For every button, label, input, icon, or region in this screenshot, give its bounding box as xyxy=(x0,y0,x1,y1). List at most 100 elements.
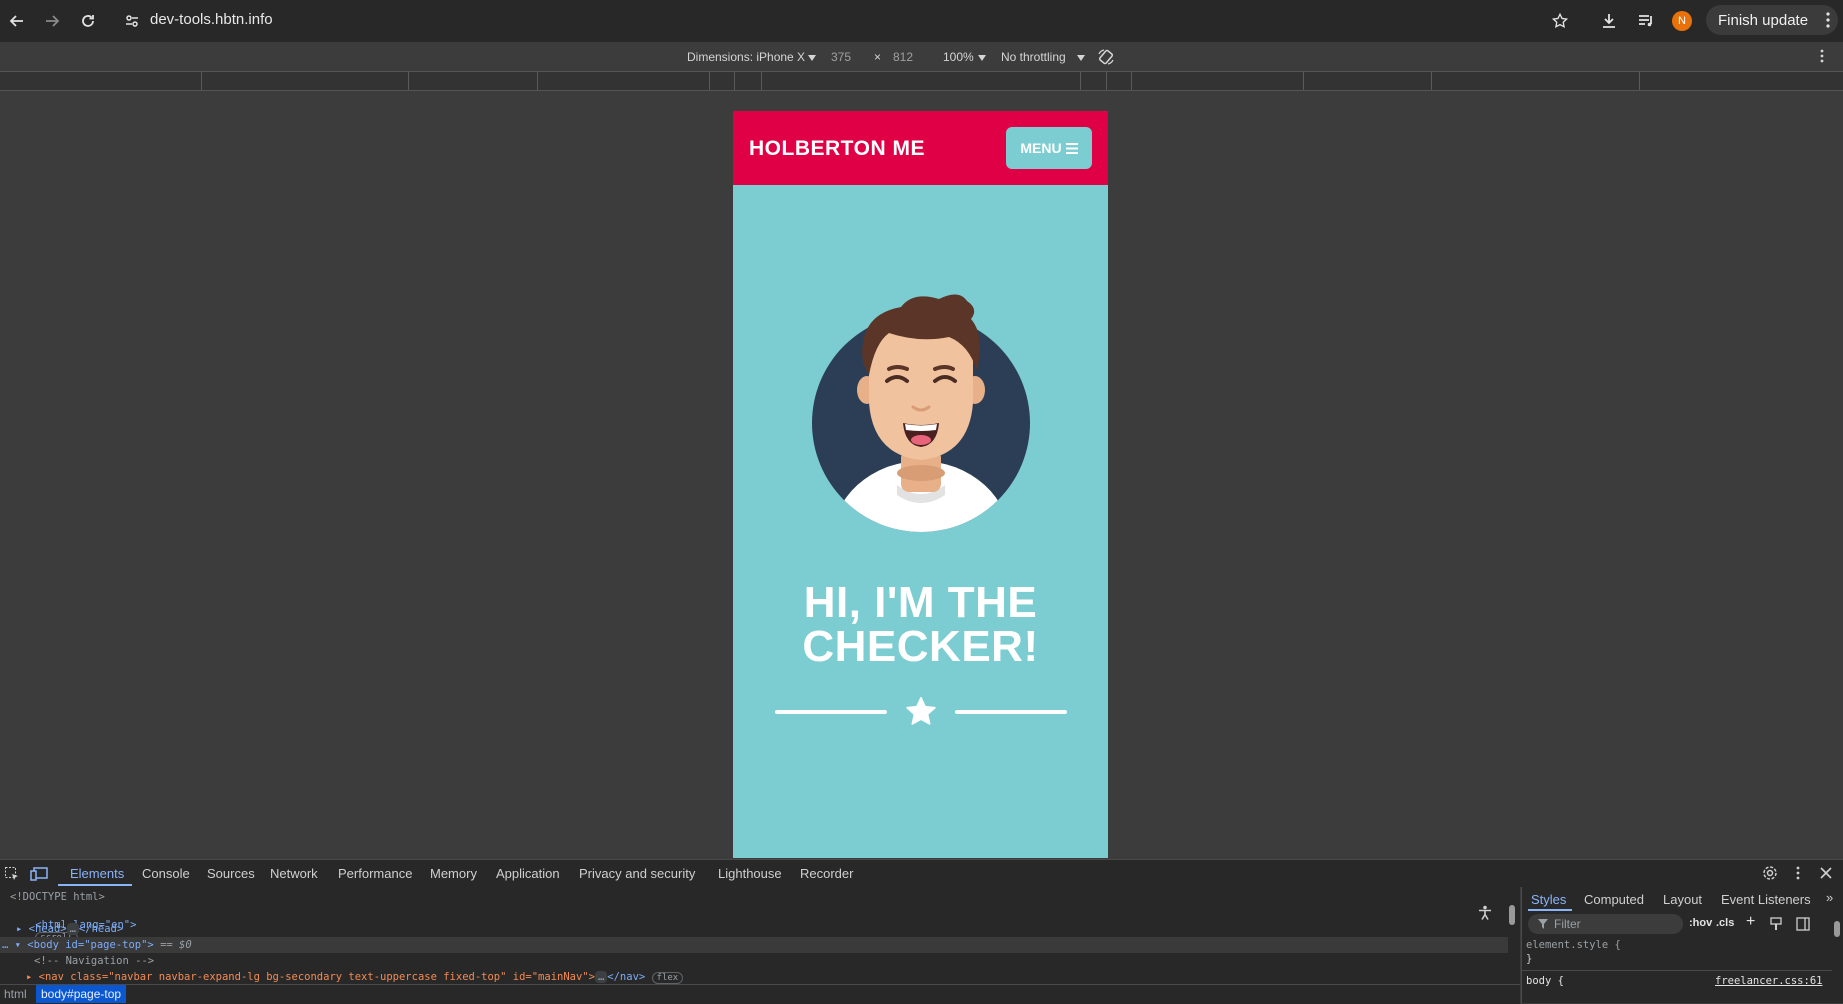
profile-avatar[interactable]: N xyxy=(1672,11,1692,31)
body-rule-selector[interactable]: body { xyxy=(1526,975,1564,987)
tab-recorder[interactable]: Recorder xyxy=(800,866,853,881)
dom-body[interactable]: … ▾ <body id="page-top"> == $0 xyxy=(2,939,192,951)
hamburger-icon xyxy=(1065,142,1078,154)
add-rule-icon[interactable]: + xyxy=(1746,913,1755,931)
tab-layout[interactable]: Layout xyxy=(1663,892,1702,907)
brand-link[interactable]: HOLBERTON ME xyxy=(749,137,925,161)
breadcrumb: html body#page-top xyxy=(0,984,1520,1004)
settings-gear-icon[interactable] xyxy=(1762,865,1778,881)
accessibility-icon[interactable] xyxy=(1478,905,1492,921)
forward-button[interactable] xyxy=(40,9,64,33)
arrow-right-icon xyxy=(46,15,60,27)
chevron-more-icon[interactable]: » xyxy=(1826,890,1833,905)
bookmark-button[interactable] xyxy=(1548,9,1572,33)
tune-icon xyxy=(126,15,138,27)
hero-heading: HI, I'M THE CHECKER! xyxy=(733,581,1108,669)
caret-down-icon xyxy=(808,55,816,61)
back-button[interactable] xyxy=(5,9,29,33)
sidebar-toggle-icon[interactable] xyxy=(1796,917,1810,931)
flex-badge[interactable]: flex xyxy=(651,972,684,984)
filter-icon xyxy=(1538,919,1548,929)
dom-head[interactable]: ▸ <head>… </head> xyxy=(16,923,123,935)
star-outline-icon xyxy=(1551,12,1569,29)
rule-divider xyxy=(1522,970,1832,971)
reload-button[interactable] xyxy=(76,9,100,33)
ellipsis-badge[interactable]: … xyxy=(66,923,79,935)
media-query-ruler[interactable] xyxy=(0,71,1843,91)
cls-toggle[interactable]: .cls xyxy=(1716,917,1734,929)
breadcrumb-html[interactable]: html xyxy=(4,987,27,1001)
source-link[interactable]: freelancer.css:61 xyxy=(1715,975,1822,987)
rule-close-brace: } xyxy=(1526,953,1533,965)
download-icon xyxy=(1603,14,1615,28)
elements-scrollbar[interactable] xyxy=(1508,891,1516,981)
tab-application[interactable]: Application xyxy=(496,866,560,881)
throttling-select[interactable]: No throttling xyxy=(1001,50,1066,64)
tab-network[interactable]: Network xyxy=(270,866,318,881)
star-icon xyxy=(906,696,936,725)
active-tab-indicator xyxy=(58,884,132,886)
tab-lighthouse[interactable]: Lighthouse xyxy=(718,866,782,881)
tab-styles[interactable]: Styles xyxy=(1531,892,1566,907)
menu-label: MENU xyxy=(1020,140,1062,156)
paint-brush-icon[interactable] xyxy=(1770,917,1782,931)
tab-memory[interactable]: Memory xyxy=(430,866,477,881)
styles-scrollbar[interactable] xyxy=(1833,915,1841,1001)
dimensions-select[interactable]: Dimensions: iPhone X xyxy=(687,50,805,64)
reload-icon xyxy=(82,15,94,27)
tab-elements[interactable]: Elements xyxy=(70,866,124,881)
downloads-button[interactable] xyxy=(1597,9,1621,33)
address-bar[interactable]: dev-tools.hbtn.info xyxy=(150,11,273,28)
dom-body-ref: == $0 xyxy=(160,939,192,951)
selected-row-highlight xyxy=(0,937,1508,953)
ellipsis-badge[interactable]: … xyxy=(594,971,608,983)
device-toggle-icon[interactable] xyxy=(30,866,48,882)
caret-down-icon xyxy=(1077,55,1085,61)
finish-update-button[interactable]: Finish update xyxy=(1706,5,1838,35)
dom-nav[interactable]: ▸ <nav class="navbar navbar-expand-lg bg… xyxy=(26,971,684,984)
avatar-illustration xyxy=(812,294,1030,532)
element-style-rule[interactable]: element.style { xyxy=(1526,939,1621,951)
styles-tab-indicator xyxy=(1528,909,1572,911)
inspect-element-icon[interactable] xyxy=(4,866,20,882)
dom-doctype[interactable]: <!DOCTYPE html> xyxy=(10,891,105,903)
height-input[interactable]: 812 xyxy=(893,50,913,64)
device-toolbar: Dimensions: iPhone X 375 × 812 100% No t… xyxy=(0,43,1843,71)
star-divider xyxy=(775,695,1067,729)
styles-filter-input[interactable]: Filter xyxy=(1528,914,1683,934)
tab-computed[interactable]: Computed xyxy=(1584,892,1644,907)
kebab-menu-icon[interactable] xyxy=(1820,49,1824,63)
divider-line-right xyxy=(955,710,1067,714)
rotate-icon[interactable] xyxy=(1097,48,1115,66)
hero-line-2: CHECKER! xyxy=(802,622,1039,671)
dom-nav-close: </nav> xyxy=(607,971,646,983)
tab-performance[interactable]: Performance xyxy=(338,866,412,881)
kebab-menu-icon xyxy=(1826,12,1830,28)
hov-toggle[interactable]: :hov xyxy=(1689,917,1712,929)
site-info-button[interactable] xyxy=(120,9,144,33)
dom-nav-tag: <nav class="navbar navbar-expand-lg bg-s… xyxy=(38,971,595,983)
filter-placeholder: Filter xyxy=(1554,917,1581,931)
tab-event-listeners[interactable]: Event Listeners xyxy=(1721,892,1811,907)
hero-line-1: HI, I'M THE xyxy=(803,578,1038,627)
tab-console[interactable]: Console xyxy=(142,866,190,881)
tab-sources[interactable]: Sources xyxy=(207,866,255,881)
zoom-select[interactable]: 100% xyxy=(943,50,974,64)
dom-body-tag: <body id="page-top"> xyxy=(27,939,154,951)
breadcrumb-body[interactable]: body#page-top xyxy=(36,985,127,1003)
caret-down-icon xyxy=(978,55,986,61)
divider-line-left xyxy=(775,710,887,714)
arrow-left-icon xyxy=(9,15,23,27)
tab-privacy-security[interactable]: Privacy and security xyxy=(579,866,695,881)
width-input[interactable]: 375 xyxy=(831,50,851,64)
elements-tree: <!DOCTYPE html> <html lang="en"> scroll … xyxy=(0,887,1520,984)
kebab-menu-icon[interactable] xyxy=(1796,866,1800,880)
device-viewport: HOLBERTON ME MENU HI, I'M THE CHECKER! xyxy=(733,111,1108,858)
dimension-separator: × xyxy=(874,50,882,64)
menu-button[interactable]: MENU xyxy=(1006,127,1092,169)
media-button[interactable] xyxy=(1634,9,1658,33)
dom-comment[interactable]: <!-- Navigation --> xyxy=(34,955,154,967)
finish-update-label: Finish update xyxy=(1718,11,1809,29)
dom-head-close: </head> xyxy=(78,923,124,935)
close-icon[interactable] xyxy=(1820,867,1832,879)
